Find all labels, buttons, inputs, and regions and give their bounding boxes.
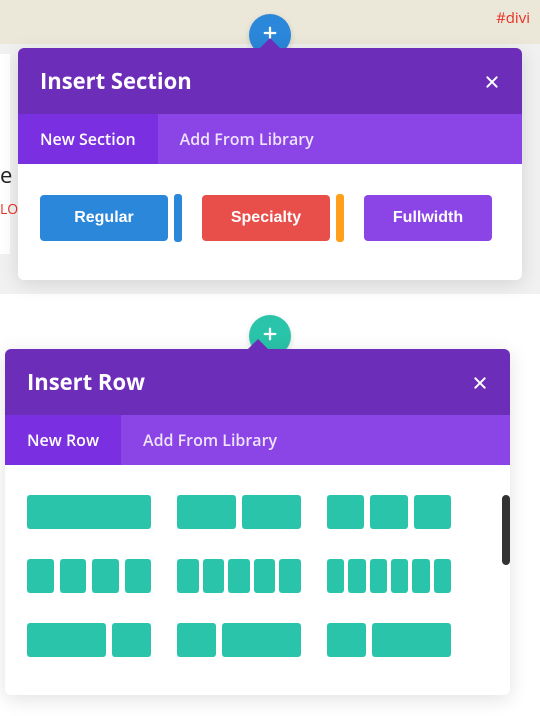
specialty-section-button[interactable]: Specialty [202, 195, 330, 241]
bg-char-lo: LO [0, 200, 18, 219]
layout-3col[interactable] [327, 495, 451, 529]
panel-header: Insert Row [5, 349, 510, 415]
layout-1-2[interactable] [177, 623, 301, 657]
close-icon [484, 73, 500, 95]
panel-title: Insert Section [40, 66, 192, 96]
bg-char-e: e [0, 160, 12, 190]
close-icon [472, 374, 488, 396]
layout-1-2b[interactable] [327, 623, 451, 657]
fullwidth-section-button[interactable]: Fullwidth [364, 195, 492, 241]
insert-row-panel: Insert Row New Row Add From Library [5, 349, 510, 695]
section-body: Regular Specialty Fullwidth [18, 164, 522, 280]
specialty-stripe [336, 194, 344, 242]
row-body [5, 465, 510, 695]
close-button[interactable] [484, 73, 500, 89]
layout-2col[interactable] [177, 495, 301, 529]
hash-label: #divi [496, 8, 530, 28]
tab-add-from-library[interactable]: Add From Library [158, 114, 336, 164]
tab-new-row[interactable]: New Row [5, 415, 121, 465]
panel-notch [246, 339, 270, 351]
panel-header: Insert Section [18, 48, 522, 114]
panel-notch [258, 38, 282, 50]
insert-section-panel: Insert Section New Section Add From Libr… [18, 48, 522, 280]
regular-stripe [174, 194, 182, 242]
section-type-buttons: Regular Specialty Fullwidth [40, 194, 500, 242]
layout-5col[interactable] [177, 559, 301, 593]
tab-new-section[interactable]: New Section [18, 114, 158, 164]
tab-add-from-library[interactable]: Add From Library [121, 415, 299, 465]
close-button[interactable] [472, 374, 488, 390]
row-layout-scroll[interactable] [27, 495, 488, 657]
layout-1col[interactable] [27, 495, 151, 529]
panel-title: Insert Row [27, 367, 145, 397]
page-section-edge [0, 54, 10, 254]
section-tabs: New Section Add From Library [18, 114, 522, 164]
row-layout-grid [27, 495, 488, 657]
layout-6col[interactable] [327, 559, 451, 593]
layout-4col[interactable] [27, 559, 151, 593]
row-tabs: New Row Add From Library [5, 415, 510, 465]
layout-2-1[interactable] [27, 623, 151, 657]
regular-section-button[interactable]: Regular [40, 195, 168, 241]
